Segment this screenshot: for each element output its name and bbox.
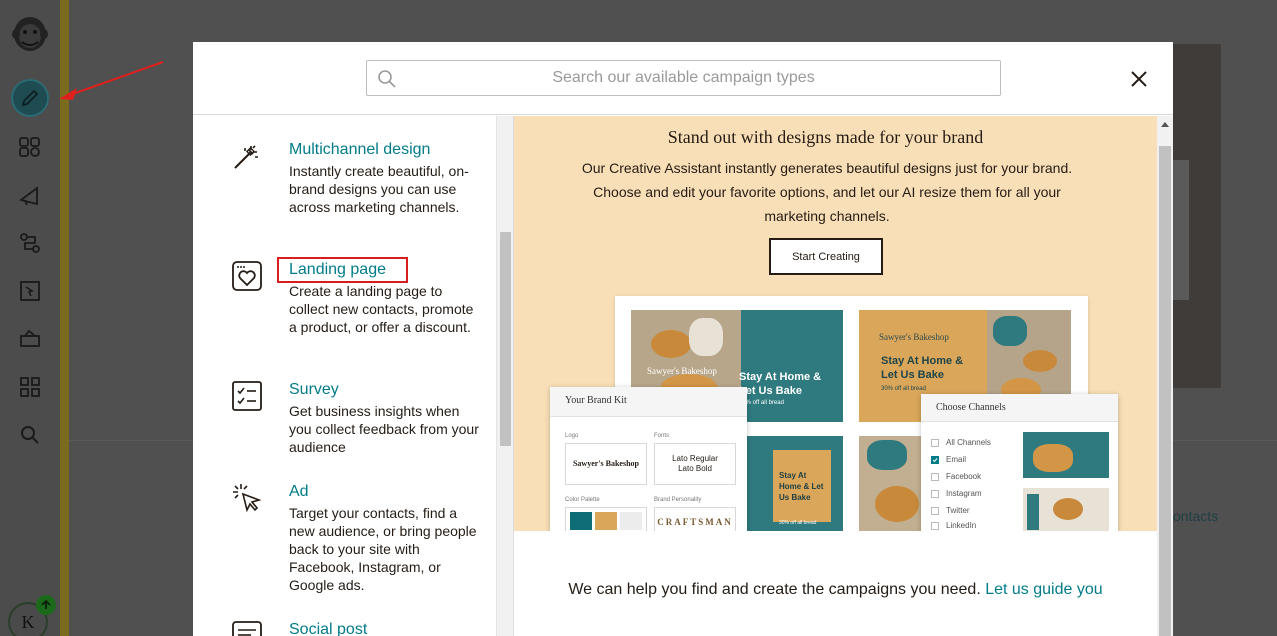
nav-campaigns[interactable] xyxy=(14,179,46,211)
search-icon xyxy=(378,70,396,88)
campaign-detail-pane: Stand out with designs made for your bra… xyxy=(514,116,1157,636)
brand-kit-fonts-box: Lato Regular Lato Bold xyxy=(654,443,736,485)
channel-checkbox[interactable] xyxy=(931,455,939,464)
brand-kit-logo-box: Sawyer's Bakeshop xyxy=(565,443,647,485)
left-scrollbar-thumb[interactable] xyxy=(500,232,511,446)
audience-icon xyxy=(19,137,40,157)
brand-kit-card: Your Brand Kit Logo Fonts Sawyer's Bakes… xyxy=(550,387,747,531)
search-icon xyxy=(21,426,39,444)
social-post-icon xyxy=(232,621,262,636)
nav-audience[interactable] xyxy=(14,131,46,163)
mock-headline: Stay At Home & Let Us Bake xyxy=(779,471,824,502)
arrow-up-icon xyxy=(41,599,51,609)
red-highlight-box xyxy=(277,257,408,283)
nav-search[interactable] xyxy=(14,419,46,451)
megaphone-icon xyxy=(18,186,38,206)
channel-option[interactable]: LinkedIn xyxy=(931,521,976,530)
channel-preview-email xyxy=(1023,432,1109,478)
brand-kit-fonts-label: Fonts xyxy=(654,433,670,439)
campaign-type-list: Multichannel design Instantly create bea… xyxy=(193,116,513,636)
guide-message: We can help you find and create the camp… xyxy=(568,581,1103,598)
brand-kit-personality-box: CRAFTSMAN xyxy=(654,507,736,531)
right-scrollbar-thumb[interactable] xyxy=(1159,146,1171,636)
start-creating-button[interactable]: Start Creating xyxy=(769,238,883,275)
search-box xyxy=(366,60,1001,96)
left-scrollbar[interactable] xyxy=(496,116,513,636)
channel-preview-social xyxy=(1023,488,1109,531)
cursor-click-icon xyxy=(233,484,262,513)
campaign-title[interactable]: Multichannel design xyxy=(289,140,430,160)
grid-icon xyxy=(20,377,40,397)
channel-option[interactable]: All Channels xyxy=(931,438,991,447)
campaign-description: Target your contacts, find a new audienc… xyxy=(289,505,477,593)
magic-wand-icon xyxy=(234,145,258,169)
channel-checkbox[interactable] xyxy=(931,438,939,447)
channel-checkbox[interactable] xyxy=(931,506,939,515)
brand-kit-palette xyxy=(565,507,647,531)
mailchimp-logo-icon[interactable] xyxy=(8,8,52,56)
choose-channels-title: Choose Channels xyxy=(921,394,1118,422)
promo-body: Our Creative Assistant instantly generat… xyxy=(581,160,1073,224)
channel-checkbox[interactable] xyxy=(931,489,939,498)
campaign-title[interactable]: Social post xyxy=(289,620,367,636)
channel-option[interactable]: Email xyxy=(931,455,966,464)
brand-kit-title: Your Brand Kit xyxy=(550,387,747,417)
content-studio-icon xyxy=(20,329,40,347)
right-scrollbar[interactable] xyxy=(1157,116,1173,636)
upgrade-badge[interactable] xyxy=(36,595,56,615)
background-card xyxy=(1173,160,1189,300)
channel-option[interactable]: Twitter xyxy=(931,506,970,515)
app-sidebar: K xyxy=(0,0,60,636)
close-icon[interactable] xyxy=(1128,68,1150,90)
campaign-title[interactable]: Survey xyxy=(289,380,339,400)
search-input[interactable] xyxy=(367,61,1000,95)
checklist-icon xyxy=(232,381,262,411)
campaign-type-modal: Multichannel design Instantly create bea… xyxy=(193,42,1173,636)
nav-automations[interactable] xyxy=(14,227,46,259)
channel-checkbox[interactable] xyxy=(931,521,939,530)
promo-title: Stand out with designs made for your bra… xyxy=(667,127,984,147)
automation-icon xyxy=(20,233,40,253)
bread-photo xyxy=(859,436,925,531)
website-icon xyxy=(20,281,40,301)
brand-kit-logo-label: Logo xyxy=(565,433,579,439)
mock-headline: Stay At Home & Let Us Bake xyxy=(739,371,822,397)
campaign-description: Instantly create beautiful, on-brand des… xyxy=(289,163,469,215)
nav-website[interactable] xyxy=(14,275,46,307)
channel-option[interactable]: Facebook xyxy=(931,472,981,481)
background-contacts-text: ontacts xyxy=(1173,508,1219,524)
mock-shop-name: Sawyer's Bakeshop xyxy=(647,366,717,376)
creative-assistant-promo: Stand out with designs made for your bra… xyxy=(514,116,1157,531)
campaign-description: Create a landing page to collect new con… xyxy=(289,283,474,335)
brand-kit-palette-label: Color Palette xyxy=(565,497,600,503)
mock-shop-name: Sawyer's Bakeshop xyxy=(879,332,949,342)
landing-page-heart-icon xyxy=(232,261,262,291)
nav-integrations[interactable] xyxy=(14,371,46,403)
mock-offer: 30% off all bread xyxy=(779,520,817,526)
campaign-title[interactable]: Ad xyxy=(289,482,309,502)
pencil-icon xyxy=(21,89,39,107)
let-us-guide-you-link[interactable]: Let us guide you xyxy=(985,581,1102,598)
nav-content[interactable] xyxy=(14,323,46,355)
choose-channels-card: Choose Channels All Channels Email Faceb… xyxy=(921,394,1118,531)
brand-kit-personality-label: Brand Personality xyxy=(654,497,702,503)
red-annotation-arrow-icon xyxy=(59,61,164,100)
channel-option[interactable]: Instagram xyxy=(931,489,982,498)
campaign-description: Get business insights when you collect f… xyxy=(289,403,479,455)
scroll-up-arrow-icon[interactable] xyxy=(1161,122,1169,127)
mock-offer: 30% off all bread xyxy=(881,386,926,392)
create-pencil-button[interactable] xyxy=(11,79,49,117)
mock-design-tile: Stay At Home & Let Us Bake 30% off all b… xyxy=(747,436,843,531)
modal-header xyxy=(193,42,1173,115)
channel-checkbox[interactable] xyxy=(931,472,939,481)
mock-headline: Stay At Home & Let Us Bake xyxy=(881,355,964,381)
